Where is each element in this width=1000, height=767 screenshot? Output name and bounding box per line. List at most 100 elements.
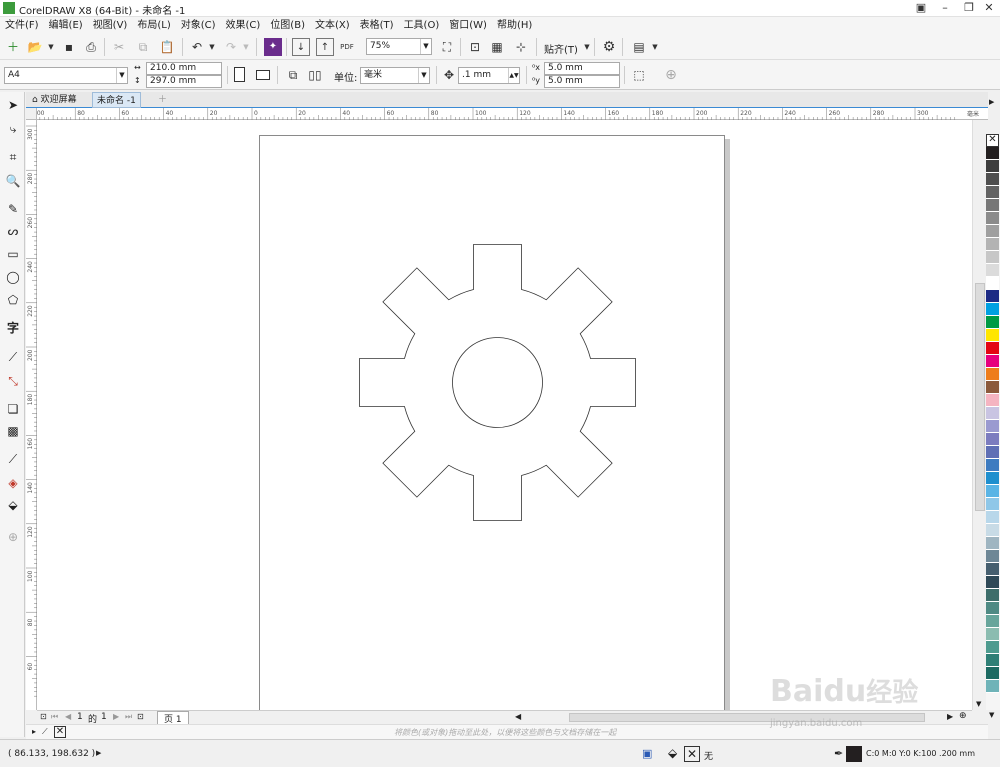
gear-outline[interactable] <box>359 244 636 521</box>
nudge-field[interactable]: .1 mm ▲▼ <box>458 67 520 84</box>
no-fill-icon[interactable]: ✕ <box>684 746 700 762</box>
options-gear-icon[interactable]: ⚙ <box>600 38 618 56</box>
palette-swatch[interactable] <box>986 628 999 641</box>
export-icon[interactable]: ↑ <box>316 38 334 56</box>
zoom-level-combo[interactable]: 75% ▼ <box>366 38 432 55</box>
transparency-tool-icon[interactable]: ▩ <box>4 422 22 440</box>
menu-window[interactable]: 窗口(W) <box>444 17 492 34</box>
vertical-scroll-thumb[interactable] <box>975 283 985 511</box>
menu-help[interactable]: 帮助(H) <box>492 17 537 34</box>
palette-swatch[interactable] <box>986 303 999 316</box>
last-page-icon[interactable]: ⏭ <box>125 712 132 722</box>
eyedropper-icon[interactable]: ⟋ <box>42 727 48 737</box>
add-icon[interactable]: ⊕ <box>662 66 680 84</box>
palette-swatch[interactable] <box>986 394 999 407</box>
page-size-combo[interactable]: A4 ▼ <box>4 67 128 84</box>
full-screen-icon[interactable]: ⛶ <box>438 38 456 56</box>
palette-swatch[interactable] <box>986 550 999 563</box>
color-eyedropper-tool-icon[interactable]: ⟋ <box>4 450 22 468</box>
connector-tool-icon[interactable]: ⤡ <box>4 372 22 390</box>
menu-tools[interactable]: 工具(O) <box>399 17 445 34</box>
tab-welcome[interactable]: ⌂ 欢迎屏幕 <box>28 92 81 108</box>
palette-swatch[interactable] <box>986 654 999 667</box>
palette-swatch[interactable] <box>986 264 999 277</box>
palette-swatch[interactable] <box>986 615 999 628</box>
duplicate-y-field[interactable]: 5.0 mm <box>544 75 620 88</box>
palette-swatch[interactable] <box>986 329 999 342</box>
palette-swatch[interactable] <box>986 498 999 511</box>
palette-options-chevron-icon[interactable]: ▸ <box>32 727 36 736</box>
first-page-icon[interactable]: ⊡ <box>40 712 47 721</box>
portrait-icon[interactable] <box>234 67 245 82</box>
palette-swatch[interactable] <box>986 446 999 459</box>
minimize-button[interactable]: – <box>932 0 958 17</box>
palette-swatch[interactable] <box>986 225 999 238</box>
copy-icon[interactable]: ⧉ <box>134 38 152 56</box>
menu-layout[interactable]: 布局(L) <box>132 17 175 34</box>
no-color-swatch[interactable]: ✕ <box>986 134 999 147</box>
new-document-icon[interactable]: ＋ <box>4 38 22 56</box>
palette-swatch[interactable] <box>986 381 999 394</box>
parallel-dimension-tool-icon[interactable]: ⟋ <box>4 348 22 366</box>
smart-fill-tool-icon[interactable]: ⬙ <box>4 496 22 514</box>
vertical-ruler[interactable]: 300 280 260 240 220 200 180 160 140 120 100 80 60 <box>26 120 37 710</box>
launch-dropdown-chevron-icon[interactable]: ▼ <box>646 38 664 56</box>
close-button[interactable]: ✕ <box>976 0 1000 17</box>
palette-swatch[interactable] <box>986 511 999 524</box>
snap-to-dropdown[interactable]: 贴齐(T) <box>544 41 578 56</box>
menu-effects[interactable]: 效果(C) <box>221 17 266 34</box>
page-size-chevron-icon[interactable]: ▼ <box>116 68 127 83</box>
page-height-field[interactable]: 297.0 mm <box>146 75 222 88</box>
publish-pdf-icon[interactable]: PDF <box>338 38 356 56</box>
artistic-media-tool-icon[interactable]: ᔕ <box>4 222 22 240</box>
zoom-tool-icon[interactable]: 🔍 <box>4 172 22 190</box>
palette-swatch[interactable] <box>986 524 999 537</box>
palette-swatch[interactable] <box>986 186 999 199</box>
ruler-origin[interactable] <box>26 108 37 120</box>
palette-swatch[interactable] <box>986 589 999 602</box>
paste-icon[interactable]: 📋 <box>158 38 176 56</box>
scroll-left-icon[interactable]: ◀ <box>515 712 521 721</box>
prev-page-icon[interactable]: ◀ <box>65 712 71 721</box>
horizontal-scroll-thumb[interactable] <box>569 713 925 722</box>
crop-tool-icon[interactable]: ⌗ <box>4 148 22 166</box>
account-icon[interactable]: ▣ <box>908 0 934 17</box>
current-page-icon[interactable]: ▯▯ <box>306 66 324 84</box>
palette-swatch[interactable] <box>986 407 999 420</box>
save-icon[interactable]: ▪ <box>60 38 78 56</box>
gear-center-hole[interactable] <box>452 337 543 428</box>
undo-dropdown-chevron-icon[interactable]: ▼ <box>203 38 221 56</box>
color-proof-icon[interactable]: ▣ <box>642 747 652 760</box>
palette-swatch[interactable] <box>986 459 999 472</box>
search-content-icon[interactable]: ✦ <box>264 38 282 56</box>
import-icon[interactable]: ↓ <box>292 38 310 56</box>
unit-chevron-icon[interactable]: ▼ <box>418 68 429 83</box>
palette-swatch[interactable] <box>986 290 999 303</box>
palette-swatch[interactable] <box>986 173 999 186</box>
menu-text[interactable]: 文本(X) <box>310 17 355 34</box>
page-border-icon[interactable]: ⬚ <box>630 66 648 84</box>
cut-icon[interactable]: ✂ <box>110 38 128 56</box>
palette-swatch[interactable] <box>986 563 999 576</box>
unit-combo[interactable]: 毫米 ▼ <box>360 67 430 84</box>
tab-document[interactable]: 未命名 -1 <box>92 92 141 108</box>
outline-color-swatch[interactable] <box>846 746 862 762</box>
show-grid-icon[interactable]: ▦ <box>488 38 506 56</box>
horizontal-ruler[interactable]: 1008060402002040608010012014016018020022… <box>37 108 988 120</box>
shape-tool-icon[interactable]: ⤷ <box>4 120 22 138</box>
palette-swatch[interactable] <box>986 537 999 550</box>
show-rulers-icon[interactable]: ⊡ <box>466 38 484 56</box>
palette-swatch[interactable] <box>986 251 999 264</box>
redo-dropdown-chevron-icon[interactable]: ▼ <box>237 38 255 56</box>
palette-swatch[interactable] <box>986 576 999 589</box>
add-page-icon[interactable]: ⊡ <box>137 712 144 721</box>
show-guidelines-icon[interactable]: ⊹ <box>512 38 530 56</box>
ellipse-tool-icon[interactable]: ◯ <box>4 268 22 286</box>
menu-edit[interactable]: 编辑(E) <box>44 17 88 34</box>
menu-view[interactable]: 视图(V) <box>88 17 133 34</box>
palette-swatch[interactable] <box>986 160 999 173</box>
palette-swatch[interactable] <box>986 420 999 433</box>
print-icon[interactable]: ⎙ <box>82 38 100 56</box>
palette-swatch[interactable] <box>986 680 999 693</box>
menu-file[interactable]: 文件(F) <box>0 17 44 34</box>
